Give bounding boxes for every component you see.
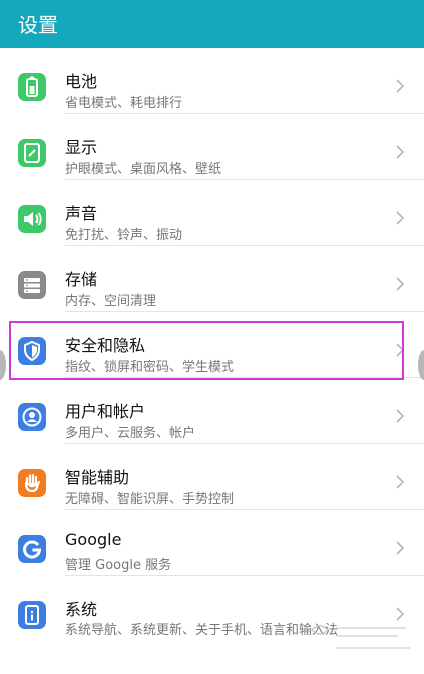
google-icon	[18, 535, 46, 563]
shield-icon	[18, 337, 46, 365]
hand-icon	[18, 469, 46, 497]
settings-item-smart-assist[interactable]: 智能辅助 无障碍、智能识屏、手势控制	[0, 444, 424, 510]
chevron-right-icon	[396, 343, 404, 357]
app-header: 设置	[0, 0, 424, 48]
storage-icon	[18, 271, 46, 299]
chevron-right-icon	[396, 145, 404, 159]
settings-list: 电池 省电模式、耗电排行 显示 护眼模式、桌面风格、壁纸 声音 免打扰、铃声、振…	[0, 48, 424, 674]
chevron-right-icon	[396, 409, 404, 423]
settings-item-google[interactable]: Google 管理 Google 服务	[0, 510, 424, 576]
settings-item-battery[interactable]: 电池 省电模式、耗电排行	[0, 48, 424, 114]
settings-item-storage[interactable]: 存储 内存、空间清理	[0, 246, 424, 312]
chevron-right-icon	[396, 79, 404, 93]
battery-icon	[18, 73, 46, 101]
chevron-right-icon	[396, 541, 404, 555]
settings-item-subtitle: 免打扰、铃声、振动	[65, 228, 183, 243]
settings-item-title: 系统	[65, 600, 98, 619]
settings-item-title: Google	[65, 530, 122, 549]
display-icon	[18, 139, 46, 167]
settings-item-title: 用户和帐户	[65, 402, 146, 421]
right-edge-handle	[418, 350, 424, 380]
settings-item-subtitle: 省电模式、耗电排行	[65, 96, 183, 111]
settings-item-subtitle: 指纹、锁屏和密码、学生模式	[65, 360, 235, 375]
settings-item-subtitle: 内存、空间清理	[65, 294, 157, 309]
watermark	[310, 625, 410, 649]
settings-item-title: 声音	[65, 204, 98, 223]
system-icon	[18, 601, 46, 629]
settings-item-title: 存储	[65, 270, 98, 289]
settings-item-subtitle: 无障碍、智能识屏、手势控制	[65, 492, 235, 507]
settings-item-title: 电池	[65, 72, 98, 91]
chevron-right-icon	[396, 211, 404, 225]
chevron-right-icon	[396, 475, 404, 489]
settings-item-display[interactable]: 显示 护眼模式、桌面风格、壁纸	[0, 114, 424, 180]
user-icon	[18, 403, 46, 431]
settings-item-title: 智能辅助	[65, 468, 130, 487]
chevron-right-icon	[396, 277, 404, 291]
settings-item-users-accounts[interactable]: 用户和帐户 多用户、云服务、帐户	[0, 378, 424, 444]
settings-item-subtitle: 管理 Google 服务	[65, 558, 172, 573]
settings-item-security-privacy[interactable]: 安全和隐私 指纹、锁屏和密码、学生模式	[0, 312, 424, 378]
settings-item-title: 显示	[65, 138, 98, 157]
settings-item-subtitle: 多用户、云服务、帐户	[65, 426, 196, 441]
settings-item-title: 安全和隐私	[65, 336, 146, 355]
chevron-right-icon	[396, 607, 404, 621]
speaker-icon	[18, 205, 46, 233]
page-title: 设置	[18, 13, 58, 37]
settings-item-subtitle: 护眼模式、桌面风格、壁纸	[65, 162, 222, 177]
settings-item-sound[interactable]: 声音 免打扰、铃声、振动	[0, 180, 424, 246]
